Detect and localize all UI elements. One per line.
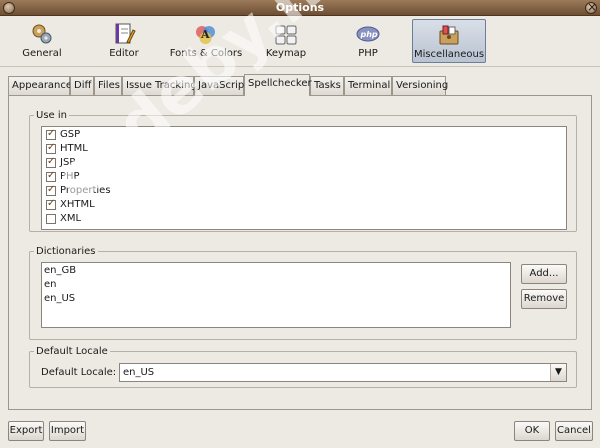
gears-icon xyxy=(32,24,52,44)
close-button[interactable] xyxy=(585,0,597,14)
category-miscellaneous-label: Miscellaneous xyxy=(413,49,485,60)
checkbox-label: HTML xyxy=(60,143,88,154)
checkbox-xhtml[interactable] xyxy=(46,198,56,210)
tab-versioning[interactable]: Versioning xyxy=(392,76,448,95)
checkbox-jsp[interactable] xyxy=(46,156,56,168)
category-keymap[interactable]: Keymap xyxy=(254,19,318,63)
keymap-icon xyxy=(275,25,297,45)
checkbox-php[interactable] xyxy=(46,170,56,182)
checkbox-label: Properties xyxy=(60,185,111,196)
default-locale-label: Default Locale: xyxy=(41,367,117,378)
editor-icon xyxy=(115,23,136,44)
checkbox-label: XHTML xyxy=(60,199,95,210)
category-php-label: PHP xyxy=(358,48,378,59)
miscellaneous-icon xyxy=(439,25,459,45)
export-button[interactable]: Export xyxy=(8,421,44,441)
import-button[interactable]: Import xyxy=(49,421,86,441)
dictionaries-list[interactable]: en_GB en en_US xyxy=(41,262,511,328)
checkbox-label: XML xyxy=(60,213,82,224)
window-title: Options xyxy=(275,1,325,14)
category-php[interactable]: php PHP xyxy=(336,19,400,63)
php-icon: php xyxy=(356,26,380,42)
category-general[interactable]: General xyxy=(10,19,74,63)
list-item[interactable]: en xyxy=(44,279,57,290)
category-keymap-label: Keymap xyxy=(265,48,307,59)
list-item[interactable]: en_US xyxy=(44,293,75,304)
tab-tasks[interactable]: Tasks xyxy=(310,76,344,95)
ok-button[interactable]: OK xyxy=(514,421,550,441)
tab-issue-tracking[interactable]: Issue Tracking xyxy=(122,76,197,95)
checkbox-label: JSP xyxy=(60,157,76,168)
fonts-colors-icon: A xyxy=(196,26,215,44)
tab-appearance[interactable]: Appearance xyxy=(8,76,72,95)
list-item[interactable]: en_GB xyxy=(44,265,76,276)
checkbox-properties[interactable] xyxy=(46,184,56,196)
tab-files[interactable]: Files xyxy=(94,76,122,95)
default-locale-legend: Default Locale xyxy=(36,346,108,357)
tab-spellchecker[interactable]: Spellchecker xyxy=(244,74,312,96)
checkbox-label: PHP xyxy=(60,171,80,182)
checkbox-label: GSP xyxy=(60,129,81,140)
checkbox-html[interactable] xyxy=(46,142,56,154)
checkbox-gsp[interactable] xyxy=(46,128,56,140)
svg-text:php: php xyxy=(360,30,378,39)
category-general-label: General xyxy=(22,48,62,59)
chevron-down-icon[interactable]: ▼ xyxy=(550,364,566,381)
title-bar: Options xyxy=(0,0,600,16)
tab-diff[interactable]: Diff xyxy=(70,76,94,95)
category-fonts-colors-label: Fonts & Colors xyxy=(169,48,243,59)
add-dictionary-button[interactable]: Add... xyxy=(521,264,567,284)
spellchecker-panel: Use in GSP HTML JSP PHP Properties XHTML xyxy=(8,95,592,410)
remove-dictionary-button[interactable]: Remove xyxy=(521,289,567,309)
checkbox-xml[interactable] xyxy=(46,214,56,224)
dictionaries-legend: Dictionaries xyxy=(36,246,96,257)
tab-terminal[interactable]: Terminal xyxy=(344,76,392,95)
default-locale-value: en_US xyxy=(123,367,155,378)
tab-javascript[interactable]: JavaScript xyxy=(194,76,248,95)
use-in-list[interactable]: GSP HTML JSP PHP Properties XHTML XML xyxy=(41,126,567,230)
category-editor-label: Editor xyxy=(109,48,139,59)
cancel-button[interactable]: Cancel xyxy=(555,421,593,441)
category-editor[interactable]: Editor xyxy=(92,19,156,63)
category-fonts-colors[interactable]: A Fonts & Colors xyxy=(168,19,244,63)
svg-text:A: A xyxy=(200,28,210,41)
use-in-legend: Use in xyxy=(36,110,67,121)
default-locale-select[interactable]: en_US ▼ xyxy=(119,363,567,382)
category-miscellaneous[interactable]: Miscellaneous xyxy=(412,19,486,63)
category-toolbar: General Editor A Fonts & Colors Keymap p xyxy=(0,17,600,67)
